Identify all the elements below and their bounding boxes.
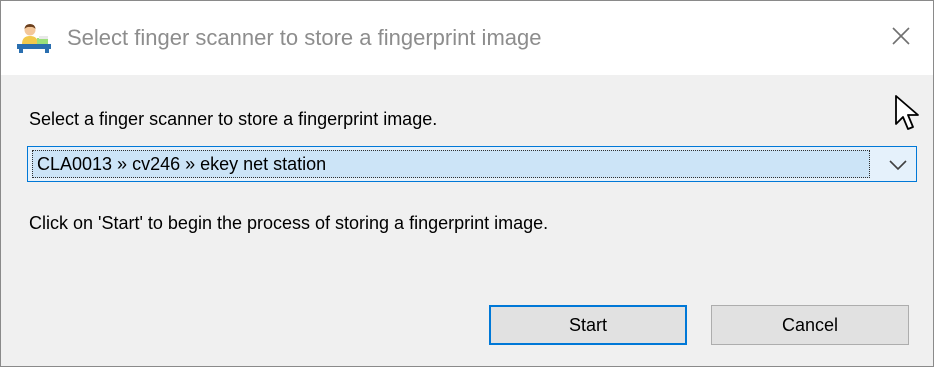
scanner-select-value[interactable]: CLA0013 » cv246 » ekey net station xyxy=(32,150,870,178)
close-icon xyxy=(891,26,911,51)
start-button[interactable]: Start xyxy=(489,305,687,345)
start-instruction: Click on 'Start' to begin the process of… xyxy=(29,213,549,233)
window-title: Select finger scanner to store a fingerp… xyxy=(67,25,542,50)
user-app-icon xyxy=(17,23,51,53)
dialog-content: Select a finger scanner to store a finge… xyxy=(1,75,933,366)
cancel-button[interactable]: Cancel xyxy=(711,305,909,345)
chevron-down-icon[interactable] xyxy=(886,155,910,175)
close-button[interactable] xyxy=(869,1,933,75)
scanner-select[interactable]: CLA0013 » cv246 » ekey net station xyxy=(27,146,917,182)
scanner-select-label: Select a finger scanner to store a finge… xyxy=(29,109,438,129)
title-bar[interactable]: Select finger scanner to store a fingerp… xyxy=(1,1,933,75)
dialog-window: Select finger scanner to store a fingerp… xyxy=(0,0,934,367)
